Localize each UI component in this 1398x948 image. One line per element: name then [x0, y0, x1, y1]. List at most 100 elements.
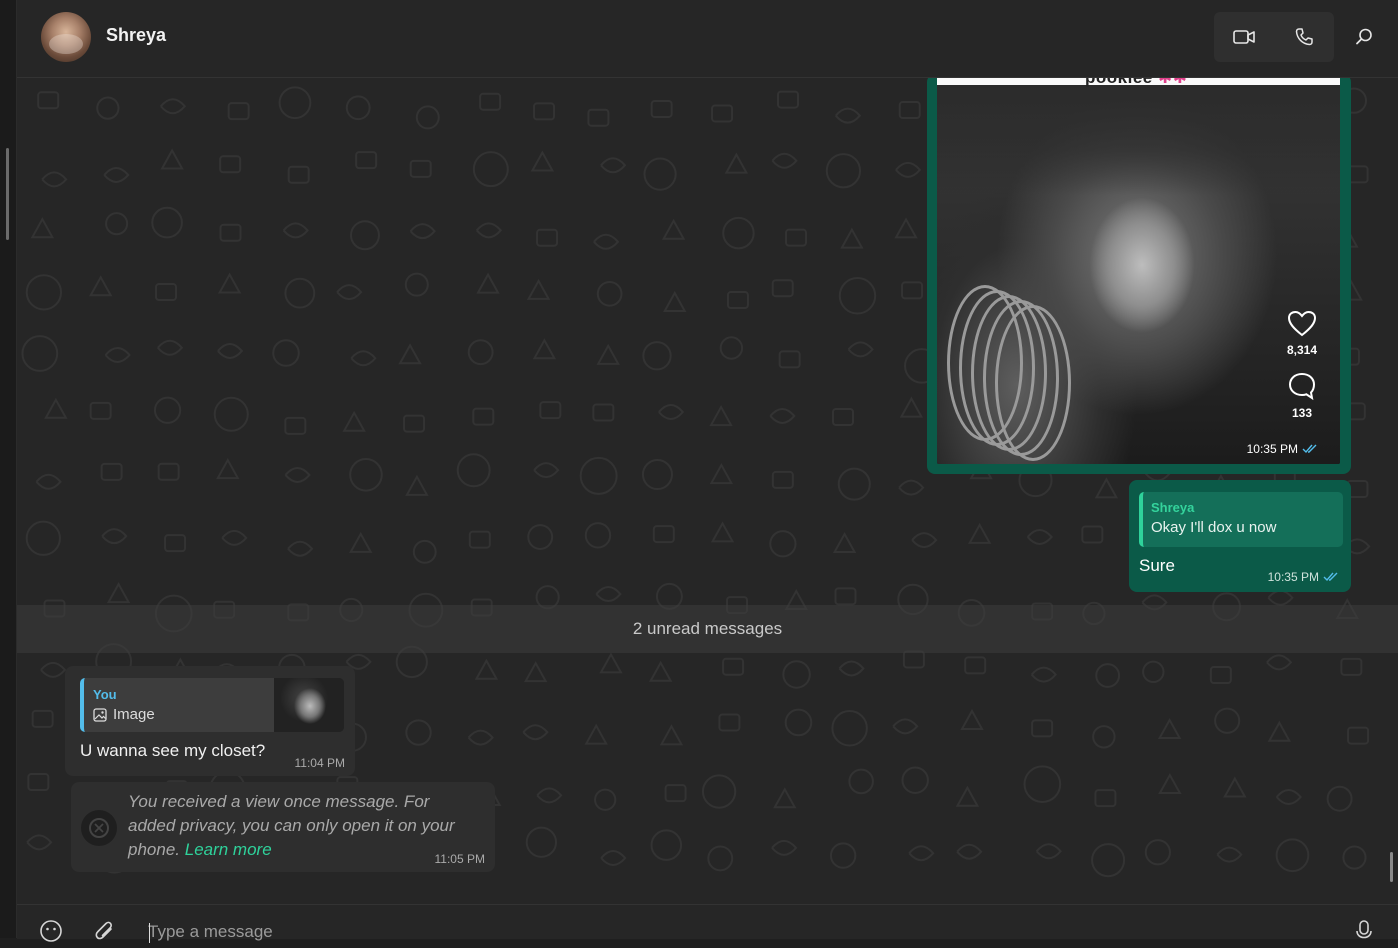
wallpaper-doodle	[30, 217, 55, 239]
contact-name[interactable]: Shreya	[106, 25, 166, 46]
wallpaper-doodle	[37, 91, 60, 110]
chat-area[interactable]: pookiee ✱✱ 8,314 133 10:35 PM Shrey	[17, 78, 1398, 904]
view-once-message[interactable]: You received a view once message. For ad…	[71, 782, 495, 872]
wallpaper-doodle	[838, 277, 877, 315]
video-camera-icon	[1233, 30, 1255, 44]
wallpaper-doodle	[1347, 726, 1370, 745]
wallpaper-doodle	[659, 724, 684, 746]
wallpaper-doodle	[25, 274, 63, 311]
wallpaper-doodle	[701, 774, 737, 809]
wallpaper-doodle	[106, 582, 131, 604]
wallpaper-doodle	[960, 708, 984, 730]
wallpaper-doodle	[27, 773, 50, 792]
wallpaper-doodle	[213, 396, 249, 432]
outgoing-reply-message[interactable]: Shreya Okay I'll dox u now Sure 10:35 PM	[1129, 480, 1351, 592]
wallpaper-doodle	[594, 788, 617, 811]
wallpaper-doodle	[1035, 843, 1062, 860]
left-scrollbar-thumb[interactable]	[6, 148, 9, 240]
wallpaper-doodle	[831, 710, 868, 747]
wallpaper-doodle	[472, 407, 495, 426]
wallpaper-doodle	[778, 350, 801, 369]
wallpaper-doodle	[336, 284, 363, 301]
wallpaper-doodle	[642, 341, 672, 371]
wallpaper-doodle	[456, 453, 491, 488]
wallpaper-doodle	[533, 102, 556, 121]
emoji-button[interactable]	[39, 919, 67, 947]
incoming-reply-message[interactable]: You Image U wanna see my closet? 11:04 P…	[65, 666, 355, 776]
heart-icon[interactable]	[1287, 310, 1317, 338]
quoted-message[interactable]: Shreya Okay I'll dox u now	[1139, 492, 1343, 547]
wallpaper-doodle	[282, 222, 309, 239]
outgoing-media-message[interactable]: pookiee ✱✱ 8,314 133 10:35 PM	[927, 78, 1351, 474]
wallpaper-doodle	[584, 723, 608, 745]
wallpaper-doodle	[287, 165, 310, 184]
wallpaper-doodle	[40, 661, 67, 678]
wallpaper-doodle	[151, 206, 183, 239]
wallpaper-doodle	[41, 171, 68, 188]
chat-scrollbar-thumb[interactable]	[1390, 852, 1393, 882]
wallpaper-doodle	[661, 218, 686, 240]
wallpaper-doodle	[221, 529, 248, 546]
search-button[interactable]	[1349, 22, 1379, 52]
wallpaper-doodle	[21, 335, 59, 372]
wallpaper-doodle	[784, 708, 813, 737]
wallpaper-doodle	[479, 92, 502, 111]
paperclip-icon	[95, 921, 112, 940]
wallpaper-doodle	[587, 108, 610, 127]
wallpaper-doodle	[403, 414, 426, 433]
wallpaper-doodle	[216, 458, 240, 480]
wallpaper-doodle	[31, 709, 54, 728]
wallpaper-doodle	[902, 650, 925, 669]
photo	[937, 85, 1340, 464]
message-time: 11:04 PM	[294, 756, 345, 770]
wallpaper-doodle	[785, 228, 808, 247]
wallpaper-doodle	[25, 520, 61, 556]
learn-more-link[interactable]: Learn more	[185, 840, 272, 859]
microphone-icon	[1356, 920, 1372, 939]
message-input[interactable]	[148, 919, 1298, 945]
wallpaper-doodle	[648, 660, 673, 682]
quoted-text: Okay I'll dox u now	[1151, 519, 1277, 536]
wallpaper-doodle	[718, 713, 741, 732]
wallpaper-doodle	[409, 159, 432, 178]
wallpaper-doodle	[724, 152, 749, 174]
wallpaper-doodle	[349, 458, 383, 492]
wallpaper-doodle	[579, 456, 618, 495]
wallpaper-doodle	[287, 540, 314, 557]
wallpaper-doodle	[1081, 525, 1104, 544]
attach-button[interactable]	[93, 919, 121, 947]
wallpaper-doodle	[412, 539, 437, 564]
wallpaper-doodle	[1092, 725, 1116, 749]
comment-icon[interactable]	[1287, 371, 1317, 401]
shared-video-thumbnail[interactable]: pookiee ✱✱ 8,314 133 10:35 PM	[937, 78, 1340, 464]
left-strip	[0, 0, 17, 938]
wallpaper-doodle	[160, 98, 187, 115]
wallpaper-doodle	[523, 661, 548, 683]
voice-call-button[interactable]	[1274, 12, 1334, 62]
wallpaper-doodle	[1266, 654, 1293, 671]
message-text: U wanna see my closet?	[80, 741, 266, 760]
video-call-button[interactable]	[1214, 12, 1274, 62]
wallpaper-doodle	[475, 222, 503, 239]
wallpaper-doodle	[710, 521, 735, 543]
wallpaper-doodle	[956, 843, 983, 860]
chat-header: Shreya	[17, 0, 1398, 78]
wallpaper-doodle	[227, 102, 250, 121]
wallpaper-doodle	[769, 530, 797, 558]
wallpaper-doodle	[272, 339, 300, 367]
message-text: Sure	[1139, 556, 1175, 575]
wallpaper-doodle	[1158, 772, 1182, 795]
unread-messages-divider: 2 unread messages	[17, 605, 1398, 653]
wallpaper-doodle	[1091, 843, 1126, 878]
mic-button[interactable]	[1353, 919, 1381, 947]
wallpaper-doodle	[599, 652, 623, 674]
wallpaper-doodle	[600, 850, 627, 867]
wallpaper-doodle	[1094, 789, 1117, 808]
wallpaper-doodle	[595, 586, 622, 603]
view-once-icon	[81, 810, 117, 846]
wallpaper-doodle	[1023, 765, 1062, 803]
quoted-message[interactable]: You Image	[80, 678, 344, 732]
wallpaper-doodle	[652, 525, 675, 544]
comments-count: 133	[1291, 406, 1313, 420]
avatar[interactable]	[41, 12, 91, 62]
